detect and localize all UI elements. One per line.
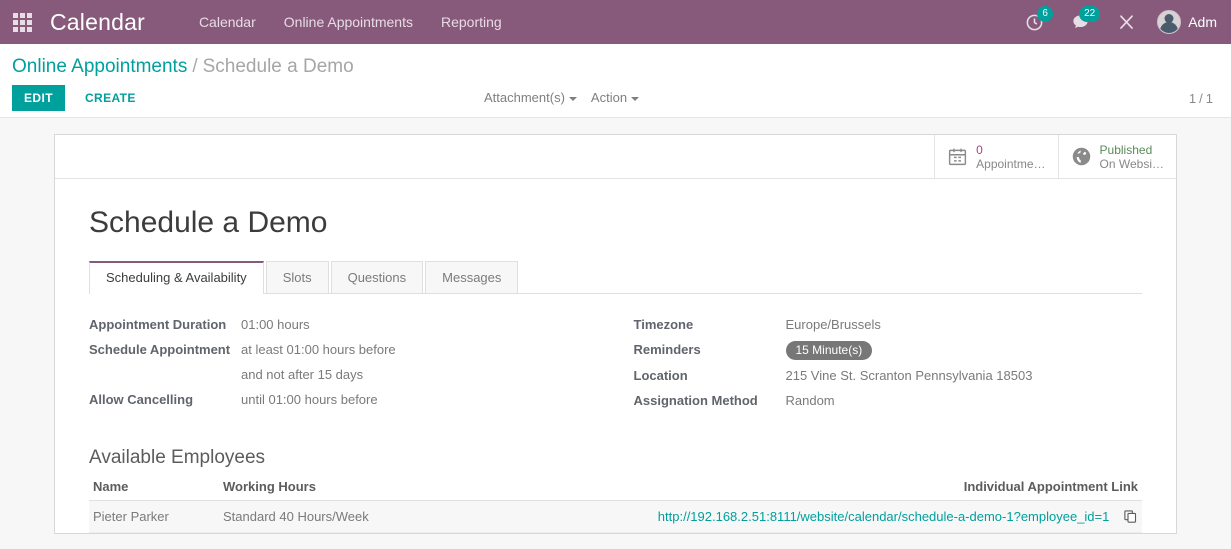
stat-button-appointments[interactable]: 0 Appointme…	[934, 135, 1057, 178]
developer-tools-button[interactable]	[1104, 0, 1149, 44]
field-label: Reminders	[633, 342, 701, 357]
column-header-appointment-link[interactable]: Individual Appointment Link	[440, 477, 1142, 501]
field-assignation-method: Assignation Method Random	[634, 392, 1143, 410]
field-allow-cancelling: Allow Cancelling until 01:00 hours befor…	[89, 391, 616, 409]
nav-menu-calendar[interactable]: Calendar	[185, 0, 270, 44]
attachments-dropdown[interactable]: Attachment(s)	[484, 90, 577, 105]
field-timezone: Timezone Europe/Brussels	[634, 316, 1143, 334]
breadcrumb: Online Appointments / Schedule a Demo	[12, 56, 1231, 78]
tab-scheduling-availability[interactable]: Scheduling & Availability	[89, 261, 264, 294]
available-employees-title: Available Employees	[89, 447, 266, 468]
systray: 6 22 Adm	[1012, 0, 1221, 44]
pager-total: 1	[1205, 91, 1213, 106]
apps-menu-button[interactable]	[0, 0, 44, 44]
edit-button[interactable]: EDIT	[12, 85, 65, 111]
pager-current: 1	[1188, 91, 1197, 106]
tab-slots[interactable]: Slots	[265, 261, 329, 293]
stat-button-bar: 0 Appointme… Published On Websi…	[55, 135, 1176, 179]
field-label: Schedule Appointment	[89, 342, 231, 357]
form-sheet: 0 Appointme… Published On Websi… Schedul…	[54, 134, 1177, 534]
breadcrumb-parent-link[interactable]: Online Appointments	[12, 56, 187, 77]
cell-appointment-link: http://192.168.2.51:8111/website/calenda…	[440, 500, 1142, 533]
app-brand-title[interactable]: Calendar	[50, 9, 145, 36]
chevron-down-icon	[568, 96, 577, 101]
messages-count-badge: 22	[1079, 6, 1101, 22]
tools-icon	[1120, 14, 1134, 29]
column-header-name[interactable]: Name	[89, 477, 219, 501]
control-panel-dropdowns: Attachment(s) Action	[484, 90, 640, 105]
field-value[interactable]: and not after 15 days	[241, 366, 363, 384]
field-value[interactable]: until 01:00 hours before	[241, 391, 378, 409]
action-dropdown[interactable]: Action	[590, 90, 640, 105]
create-button[interactable]: CREATE	[73, 85, 148, 111]
activity-count-badge: 6	[1037, 6, 1054, 22]
field-value[interactable]: Europe/Brussels	[786, 316, 881, 334]
form-notebook-tabs: Scheduling & Availability Slots Question…	[89, 261, 1142, 294]
column-header-working-hours[interactable]: Working Hours	[219, 477, 441, 501]
field-label: Timezone	[633, 317, 694, 332]
sheet-body: Schedule a Demo Scheduling & Availabilit…	[55, 179, 1176, 533]
tab-questions[interactable]: Questions	[330, 261, 424, 293]
cell-employee-name: Pieter Parker	[89, 500, 219, 533]
field-value[interactable]: 215 Vine St. Scranton Pennsylvania 18503	[786, 367, 1033, 385]
pager-separator: /	[1199, 91, 1203, 106]
field-label: Allow Cancelling	[89, 392, 194, 407]
field-value[interactable]: Random	[786, 392, 835, 410]
action-dropdown-label: Action	[590, 90, 628, 105]
field-reminders: Reminders 15 Minute(s)	[634, 341, 1143, 360]
reminder-tag[interactable]: 15 Minute(s)	[785, 341, 873, 360]
globe-icon	[1072, 147, 1090, 166]
available-employees-table: Name Working Hours Individual Appointmen…	[89, 477, 1142, 533]
messaging-menu-button[interactable]: 22	[1057, 0, 1104, 44]
attachments-dropdown-label: Attachment(s)	[484, 90, 565, 105]
nav-menu-reporting[interactable]: Reporting	[427, 0, 516, 44]
field-group-right: Timezone Europe/Brussels Reminders 15 Mi…	[616, 316, 1143, 417]
breadcrumb-separator: /	[192, 56, 198, 77]
activity-menu-button[interactable]: 6	[1012, 0, 1057, 44]
stat-appointments-value: 0	[976, 142, 983, 157]
field-label: Appointment Duration	[89, 317, 227, 332]
control-panel: Online Appointments / Schedule a Demo EDIT…	[0, 44, 1231, 118]
stat-website-value: Published	[1099, 142, 1153, 157]
tab-messages[interactable]: Messages	[425, 261, 519, 293]
field-label: Location	[633, 368, 688, 383]
field-appointment-duration: Appointment Duration 01:00 hours	[89, 316, 616, 334]
field-value[interactable]: at least 01:00 hours before	[241, 341, 396, 359]
field-schedule-appointment-max: and not after 15 days	[89, 366, 616, 384]
field-groups: Appointment Duration 01:00 hours Schedul…	[89, 294, 1142, 417]
stat-appointments-label: Appointme…	[976, 156, 1046, 171]
top-navbar: Calendar Calendar Online Appointments Re…	[0, 0, 1231, 44]
page-title: Schedule a Demo	[89, 206, 328, 239]
stat-website-label: On Websi…	[1099, 156, 1164, 171]
navbar-menus: Calendar Online Appointments Reporting	[185, 0, 516, 44]
field-schedule-appointment: Schedule Appointment at least 01:00 hour…	[89, 341, 616, 359]
table-header-row: Name Working Hours Individual Appointmen…	[89, 477, 1142, 501]
stat-button-website[interactable]: Published On Websi…	[1057, 135, 1176, 178]
cell-working-hours: Standard 40 Hours/Week	[219, 500, 441, 533]
nav-menu-online-appointments[interactable]: Online Appointments	[270, 0, 427, 44]
form-view-background: 0 Appointme… Published On Websi… Schedul…	[0, 118, 1231, 534]
chevron-down-icon	[631, 96, 640, 101]
breadcrumb-current: Schedule a Demo	[202, 56, 354, 77]
avatar	[1157, 10, 1182, 34]
field-label: Assignation Method	[633, 393, 758, 408]
record-pager[interactable]: 1/1	[1189, 91, 1213, 106]
table-row[interactable]: Pieter Parker Standard 40 Hours/Week htt…	[89, 500, 1142, 533]
user-menu-button[interactable]: Adm	[1149, 10, 1221, 34]
apps-grid-icon	[12, 12, 32, 32]
user-name-label: Adm	[1188, 14, 1217, 30]
field-value[interactable]: 01:00 hours	[241, 316, 310, 334]
calendar-icon	[949, 148, 967, 166]
copy-icon[interactable]	[1123, 509, 1138, 524]
individual-appointment-link[interactable]: http://192.168.2.51:8111/website/calenda…	[658, 509, 1110, 524]
field-group-left: Appointment Duration 01:00 hours Schedul…	[89, 316, 616, 417]
field-location: Location 215 Vine St. Scranton Pennsylva…	[634, 367, 1143, 385]
